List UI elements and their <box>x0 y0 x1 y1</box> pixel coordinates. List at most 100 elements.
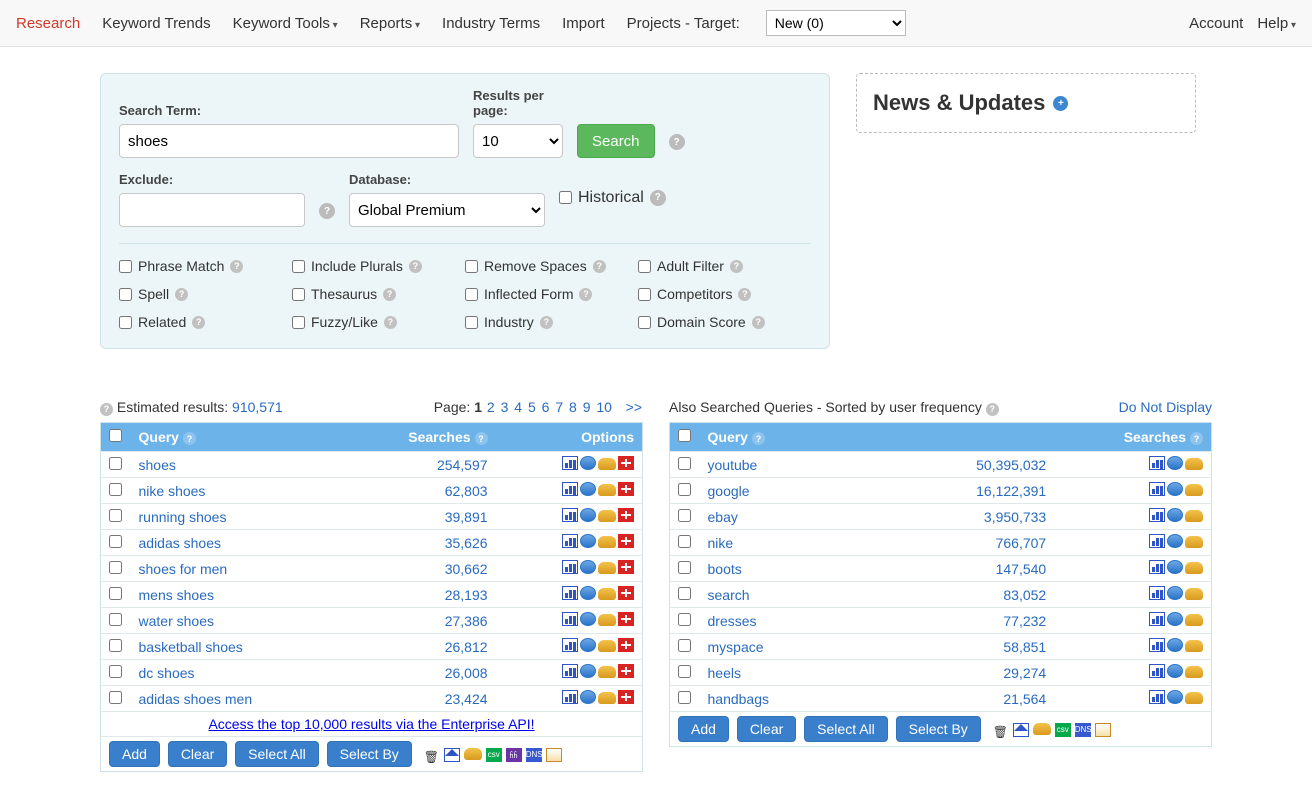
chk-industry[interactable] <box>465 316 478 329</box>
query-link[interactable]: search <box>708 587 750 603</box>
search-help-icon[interactable]: ? <box>669 134 685 150</box>
gold-icon[interactable] <box>1185 536 1203 548</box>
query-link[interactable]: heels <box>708 665 741 681</box>
chk-spell[interactable] <box>119 288 132 301</box>
query-link[interactable]: ebay <box>708 509 738 525</box>
row-checkbox[interactable] <box>678 561 691 574</box>
globe-icon[interactable] <box>1167 508 1183 522</box>
binoculars-icon[interactable] <box>506 748 522 762</box>
chart-icon[interactable] <box>1149 456 1165 470</box>
nav-keyword-tools[interactable]: Keyword Tools <box>233 15 338 32</box>
chart-icon[interactable] <box>1149 560 1165 574</box>
help-icon[interactable]: ? <box>752 316 765 329</box>
add-icon[interactable] <box>618 638 634 652</box>
chk-include-plurals[interactable] <box>292 260 305 273</box>
globe-icon[interactable] <box>1167 664 1183 678</box>
select-by-button[interactable]: Select By <box>896 716 981 742</box>
help-icon[interactable]: ? <box>738 288 751 301</box>
chart-icon[interactable] <box>562 508 578 522</box>
th-query[interactable]: Query? <box>131 422 341 452</box>
email-icon[interactable] <box>444 748 460 762</box>
help-icon[interactable]: ? <box>192 316 205 329</box>
row-checkbox[interactable] <box>678 613 691 626</box>
help-icon[interactable]: ? <box>409 260 422 273</box>
chart-icon[interactable] <box>562 456 578 470</box>
globe-icon[interactable] <box>580 612 596 626</box>
globe-icon[interactable] <box>1167 534 1183 548</box>
chk-related[interactable] <box>119 316 132 329</box>
query-link[interactable]: google <box>708 483 750 499</box>
historical-checkbox[interactable] <box>559 191 572 204</box>
gold-icon[interactable] <box>598 562 616 574</box>
add-icon[interactable] <box>618 456 634 470</box>
clear-button[interactable]: Clear <box>168 741 227 767</box>
gold-icon[interactable] <box>1185 562 1203 574</box>
row-checkbox[interactable] <box>678 509 691 522</box>
gold-icon[interactable] <box>598 614 616 626</box>
query-link[interactable]: nike <box>708 535 734 551</box>
csv-icon[interactable] <box>1055 723 1071 737</box>
add-icon[interactable] <box>618 560 634 574</box>
row-checkbox[interactable] <box>678 483 691 496</box>
card-icon[interactable] <box>546 748 562 762</box>
page-link[interactable]: 2 <box>487 399 495 415</box>
historical-help-icon[interactable]: ? <box>650 190 666 206</box>
query-link[interactable]: dresses <box>708 613 757 629</box>
th-searches[interactable]: Searches? <box>868 422 1212 452</box>
page-link[interactable]: 8 <box>569 399 577 415</box>
help-icon[interactable]: ? <box>183 432 196 445</box>
chart-icon[interactable] <box>562 612 578 626</box>
select-all-checkbox[interactable] <box>109 429 122 442</box>
database-select[interactable]: Global Premium <box>349 193 545 227</box>
query-link[interactable]: mens shoes <box>139 587 214 603</box>
query-link[interactable]: boots <box>708 561 742 577</box>
row-checkbox[interactable] <box>678 535 691 548</box>
add-button[interactable]: Add <box>678 716 729 742</box>
chk-phrase-match[interactable] <box>119 260 132 273</box>
row-checkbox[interactable] <box>109 587 122 600</box>
gold-icon[interactable] <box>598 484 616 496</box>
help-icon[interactable]: ? <box>100 403 113 416</box>
gold-icon[interactable] <box>1185 510 1203 522</box>
chart-icon[interactable] <box>562 586 578 600</box>
exclude-input[interactable] <box>119 193 305 227</box>
row-checkbox[interactable] <box>678 639 691 652</box>
chart-icon[interactable] <box>562 482 578 496</box>
page-link[interactable]: 3 <box>501 399 509 415</box>
help-icon[interactable]: ? <box>579 288 592 301</box>
row-checkbox[interactable] <box>109 639 122 652</box>
add-button[interactable]: Add <box>109 741 160 767</box>
add-icon[interactable] <box>618 586 634 600</box>
globe-icon[interactable] <box>580 638 596 652</box>
row-checkbox[interactable] <box>109 483 122 496</box>
add-icon[interactable] <box>618 612 634 626</box>
query-link[interactable]: dc shoes <box>139 665 195 681</box>
query-link[interactable]: shoes <box>139 457 176 473</box>
query-link[interactable]: shoes for men <box>139 561 228 577</box>
help-icon[interactable]: ? <box>730 260 743 273</box>
chart-icon[interactable] <box>562 638 578 652</box>
page-link[interactable]: 6 <box>542 399 550 415</box>
row-checkbox[interactable] <box>109 509 122 522</box>
gold-icon[interactable] <box>1185 614 1203 626</box>
row-checkbox[interactable] <box>109 561 122 574</box>
do-not-display-link[interactable]: Do Not Display <box>1119 399 1212 415</box>
enterprise-api-link[interactable]: Access the top 10,000 results via the En… <box>208 716 534 732</box>
projects-select[interactable]: New (0) <box>766 10 906 36</box>
chart-icon[interactable] <box>1149 586 1165 600</box>
select-all-button[interactable]: Select All <box>804 716 888 742</box>
gold-icon[interactable] <box>464 748 482 760</box>
rpp-select[interactable]: 10 <box>473 124 563 158</box>
row-checkbox[interactable] <box>678 587 691 600</box>
query-link[interactable]: myspace <box>708 639 764 655</box>
chart-icon[interactable] <box>562 560 578 574</box>
globe-icon[interactable] <box>580 508 596 522</box>
globe-icon[interactable] <box>1167 690 1183 704</box>
page-link[interactable]: 7 <box>555 399 563 415</box>
page-link[interactable]: 5 <box>528 399 536 415</box>
add-icon[interactable] <box>618 508 634 522</box>
row-checkbox[interactable] <box>109 665 122 678</box>
globe-icon[interactable] <box>1167 456 1183 470</box>
nav-industry-terms[interactable]: Industry Terms <box>442 15 540 32</box>
email-icon[interactable] <box>1013 723 1029 737</box>
